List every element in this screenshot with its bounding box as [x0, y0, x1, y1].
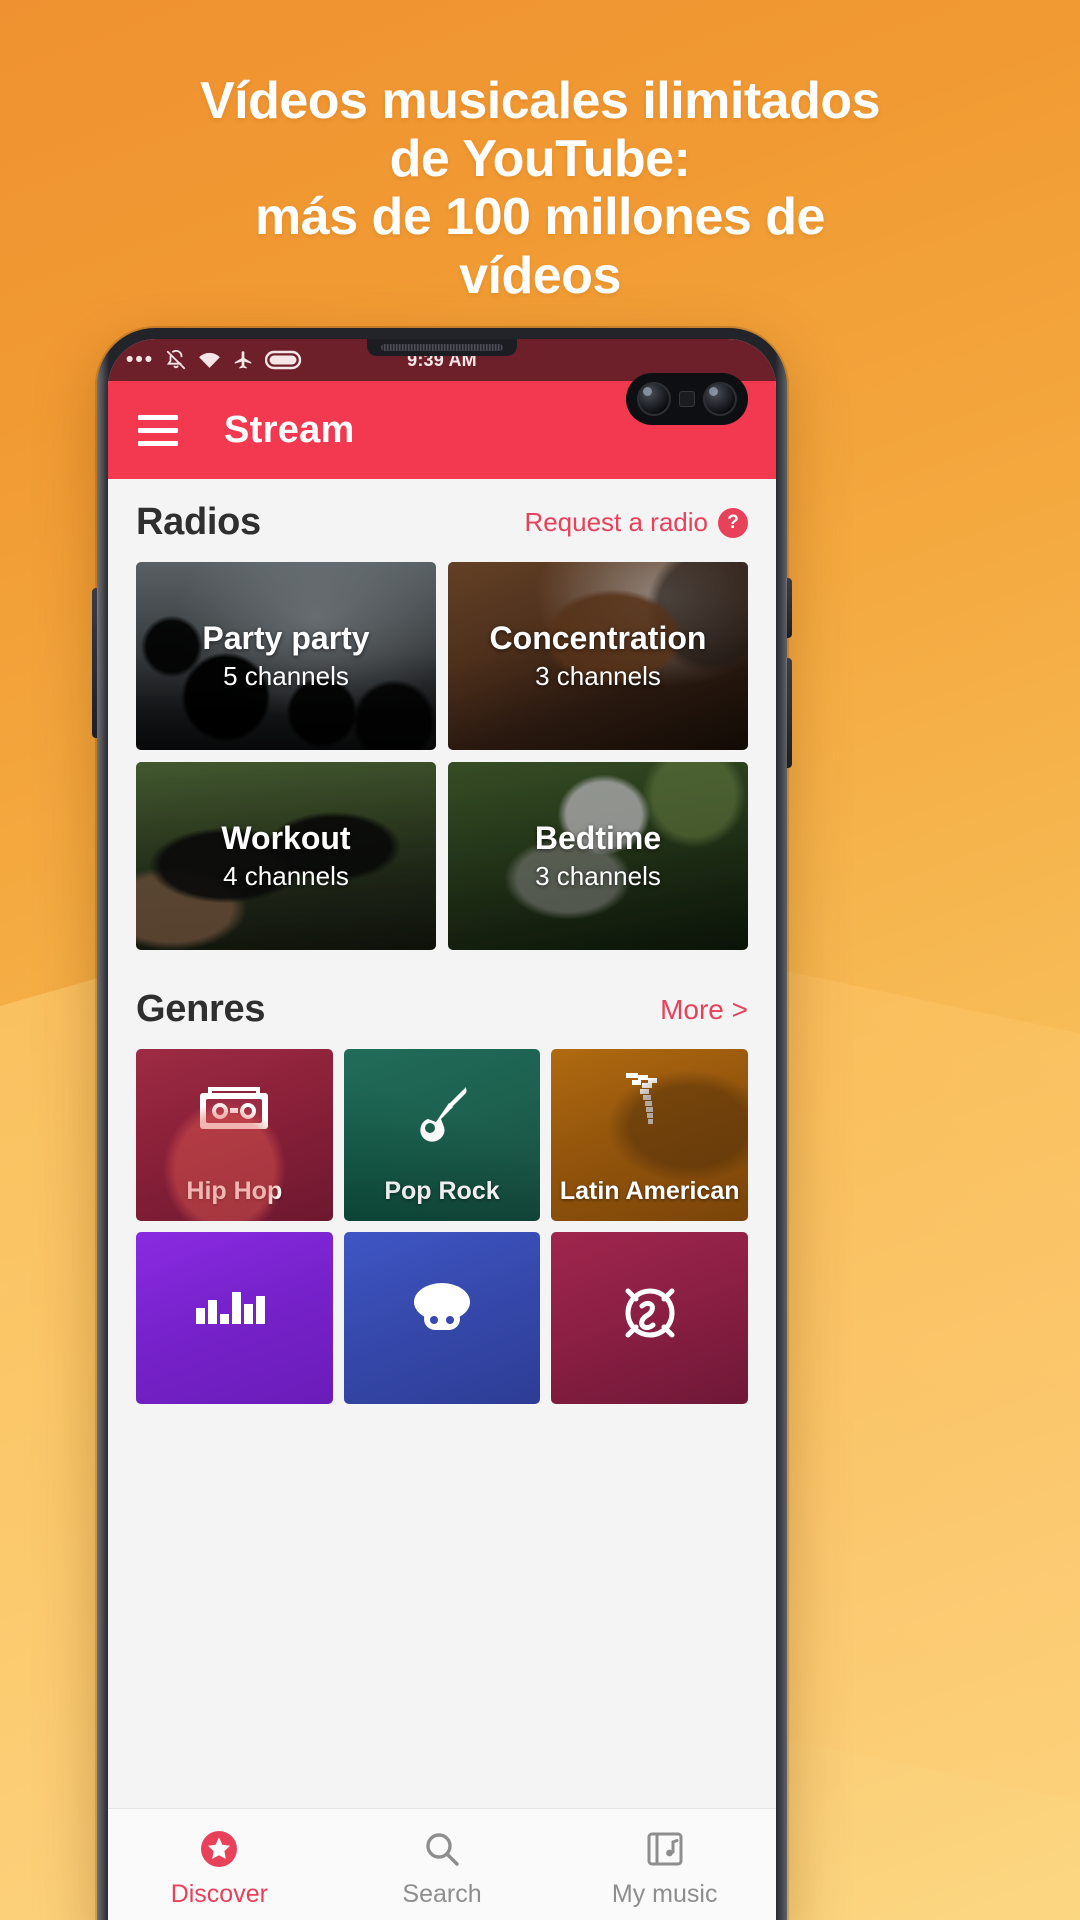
- phone-power-button: [786, 578, 792, 638]
- main-content: Radios Request a radio ? Party party 5 c…: [108, 479, 776, 1920]
- radio-card-subtitle: 3 channels: [535, 661, 661, 691]
- help-icon[interactable]: ?: [718, 507, 748, 538]
- radio-card-title: Workout: [221, 820, 351, 856]
- hamburger-menu-icon[interactable]: [138, 414, 178, 446]
- genre-tile-latin-american[interactable]: Latin American: [551, 1049, 748, 1221]
- request-a-radio-button[interactable]: Request a radio ?: [524, 507, 748, 538]
- genre-tile-soul[interactable]: [343, 1232, 541, 1404]
- nav-item-label: Discover: [170, 1880, 268, 1908]
- genres-section-header: Genres More >: [108, 950, 776, 1049]
- star-badge-icon: [198, 1828, 240, 1870]
- bottom-navigation: Discover Search My music: [108, 1808, 776, 1920]
- promo-headline: Vídeos musicales ilimitados de YouTube: …: [0, 72, 1080, 305]
- nav-item-discover[interactable]: Discover: [108, 1809, 331, 1920]
- phone-volume-button: [92, 588, 98, 738]
- phone-mockup: ••• 9:39 AM Stream Radios Request a radi…: [92, 328, 792, 1920]
- nav-item-search[interactable]: Search: [331, 1809, 554, 1920]
- radio-card-title: Bedtime: [534, 820, 662, 856]
- genre-tile-label: Hip Hop: [186, 1177, 283, 1205]
- front-camera-cutout: [626, 373, 748, 425]
- genres-more-link[interactable]: More >: [660, 994, 748, 1026]
- genre-tile-electro[interactable]: [136, 1232, 333, 1404]
- radio-card-bedtime[interactable]: Bedtime 3 channels: [448, 762, 748, 950]
- radio-card-subtitle: 5 channels: [223, 661, 349, 691]
- radios-grid: Party party 5 channels Concentration 3 c…: [108, 562, 776, 950]
- earpiece-speaker: [367, 339, 517, 356]
- radios-section-header: Radios Request a radio ?: [108, 479, 776, 562]
- genre-tile-hip-hop[interactable]: Hip Hop: [136, 1049, 333, 1221]
- search-icon: [422, 1828, 462, 1870]
- radio-card-title: Concentration: [489, 620, 707, 656]
- latin-america-map-icon: [620, 1067, 680, 1134]
- genres-title: Genres: [136, 988, 266, 1030]
- headline-line-3: más de 100 millones de: [255, 188, 825, 247]
- headline-line-2: de YouTube:: [389, 130, 691, 189]
- phone-screen: ••• 9:39 AM Stream Radios Request a radi…: [108, 339, 776, 1920]
- genres-grid: Hip Hop Pop Rock Latin American: [108, 1049, 776, 1404]
- headline-line-4: vídeos: [459, 246, 621, 305]
- radio-card-title: Party party: [202, 620, 370, 656]
- radio-card-concentration[interactable]: Concentration 3 channels: [448, 562, 748, 750]
- phone-side-button: [786, 658, 792, 768]
- afro-head-icon: [406, 1282, 478, 1339]
- nav-item-label: Search: [402, 1880, 482, 1908]
- radios-title: Radios: [136, 501, 261, 543]
- equalizer-icon: [194, 1286, 274, 1331]
- request-a-radio-label: Request a radio: [524, 507, 708, 537]
- camera-sensor: [679, 391, 695, 407]
- genre-tile-pop-rock[interactable]: Pop Rock: [343, 1049, 541, 1221]
- rnb-symbol-icon: [619, 1282, 681, 1349]
- electric-guitar-icon: [411, 1083, 473, 1152]
- nav-item-label: My music: [611, 1880, 718, 1908]
- radio-card-party-party[interactable]: Party party 5 channels: [136, 562, 436, 750]
- genre-tile-rnb[interactable]: [551, 1232, 748, 1404]
- genre-tile-label: Latin American: [559, 1177, 740, 1205]
- music-library-icon: [645, 1828, 685, 1870]
- radio-card-subtitle: 4 channels: [223, 861, 349, 891]
- boombox-icon: [196, 1083, 272, 1142]
- genre-tile-label: Pop Rock: [384, 1177, 500, 1205]
- radio-card-subtitle: 3 channels: [535, 861, 661, 891]
- camera-lens-left: [637, 382, 671, 416]
- nav-item-my-music[interactable]: My music: [553, 1809, 776, 1920]
- radio-card-workout[interactable]: Workout 4 channels: [136, 762, 436, 950]
- page-title: Stream: [224, 408, 355, 451]
- headline-line-1: Vídeos musicales ilimitados: [199, 72, 881, 130]
- camera-lens-right: [703, 382, 737, 416]
